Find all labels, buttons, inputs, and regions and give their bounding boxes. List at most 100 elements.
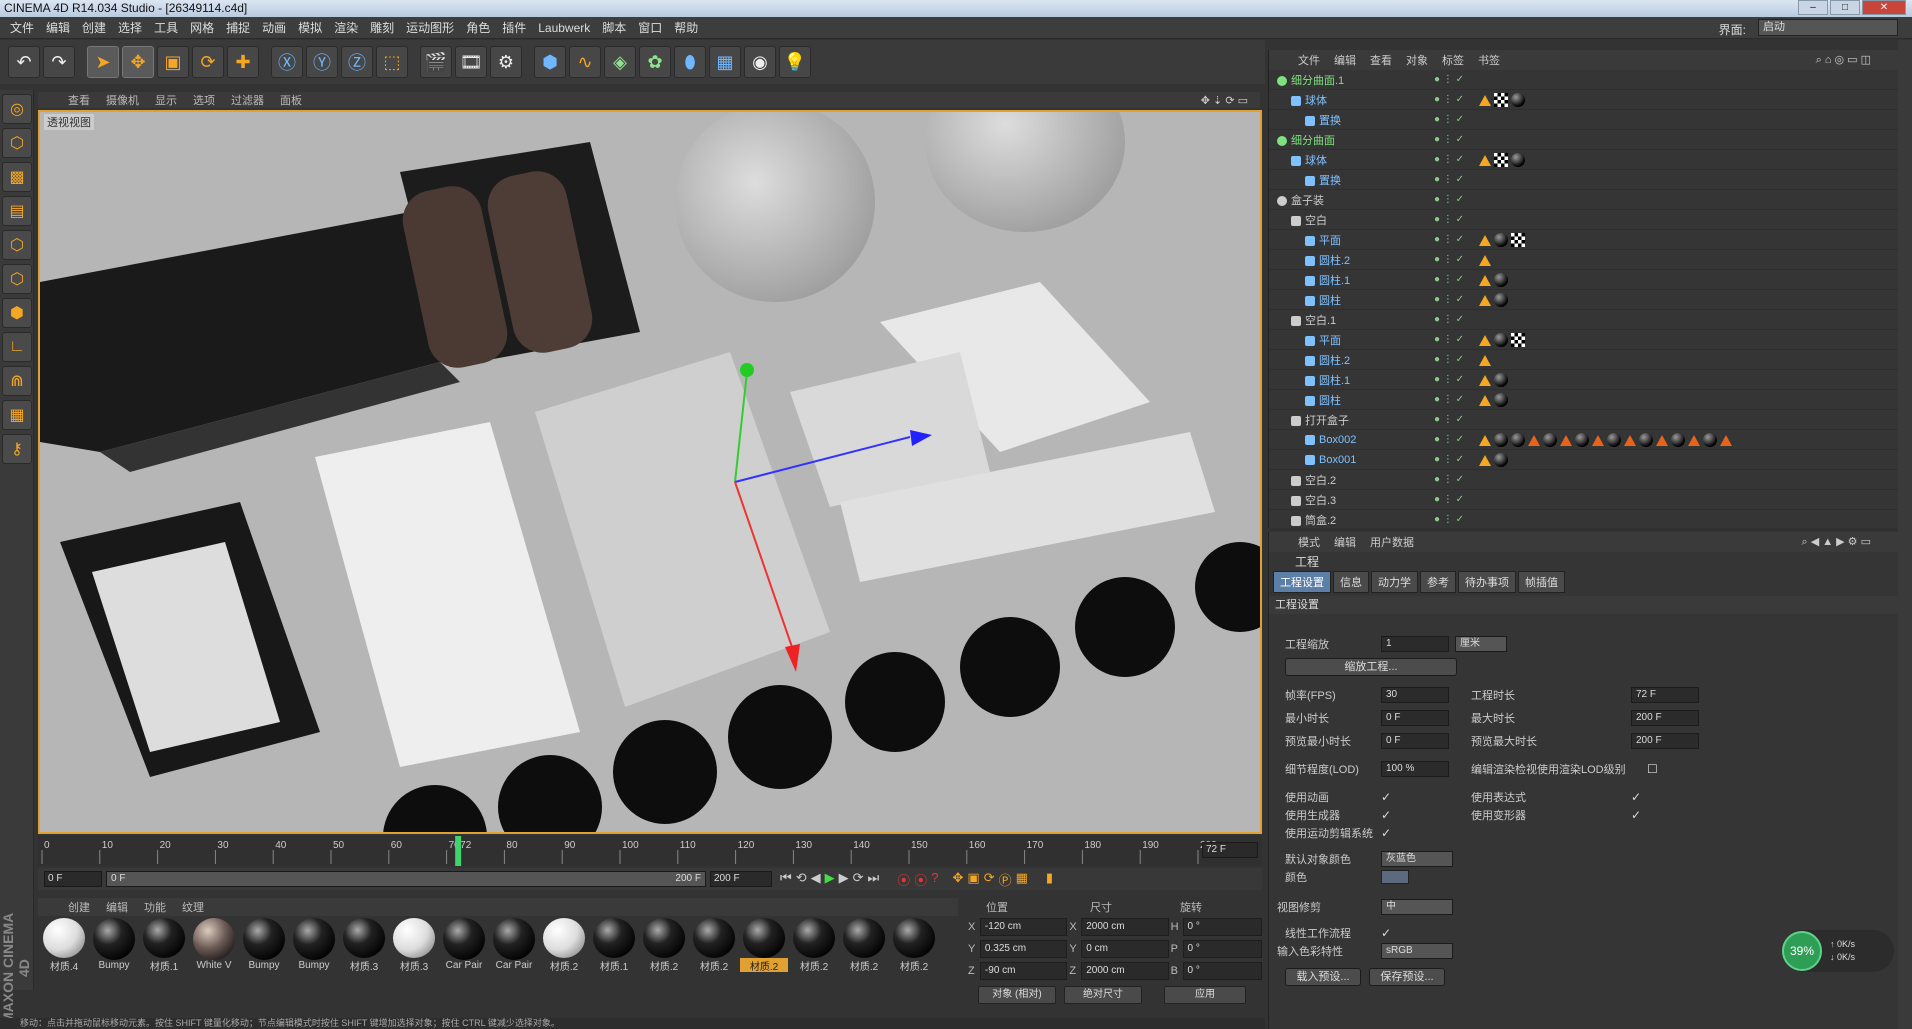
menu-select[interactable]: 选择 — [112, 19, 148, 36]
texture-tag-icon[interactable] — [1494, 152, 1508, 167]
object-row[interactable]: 细分曲面.1 ● ⋮ ✓ — [1269, 70, 1898, 90]
menu-animate[interactable]: 动画 — [256, 19, 292, 36]
lod-field[interactable]: 100 % — [1381, 761, 1449, 777]
material-tag-icon[interactable] — [1494, 272, 1508, 287]
am-menu-edit[interactable]: 编辑 — [1327, 534, 1363, 550]
coordinate-system-icon[interactable]: ⬚ — [376, 46, 408, 78]
viewport-menu-camera[interactable]: 摄像机 — [98, 92, 147, 108]
mat-menu-create[interactable]: 创建 — [60, 899, 98, 915]
object-row[interactable]: 置换 ● ⋮ ✓ — [1269, 110, 1898, 130]
object-row[interactable]: 球体 ● ⋮ ✓ — [1269, 150, 1898, 170]
material-tag-icon[interactable] — [1494, 392, 1508, 407]
apply-button[interactable]: 应用 — [1164, 986, 1246, 1004]
y-axis-lock-icon[interactable]: Ⓨ — [306, 46, 338, 78]
phong-tag-icon[interactable] — [1479, 255, 1491, 266]
visibility-flags[interactable]: ● ⋮ ✓ — [1434, 374, 1474, 385]
visibility-flags[interactable]: ● ⋮ ✓ — [1434, 334, 1474, 345]
goto-end-icon[interactable]: ⏭ — [868, 870, 880, 889]
deformer-icon[interactable]: ⬮ — [674, 46, 706, 78]
edges-mode-icon[interactable]: ⬡ — [2, 264, 32, 294]
axis-mode-icon[interactable]: ∟ — [2, 332, 32, 362]
load-preset-button[interactable]: 载入预设... — [1285, 968, 1361, 986]
key-rotation-icon[interactable]: ⟳ — [984, 870, 995, 889]
object-row[interactable]: 圆柱.1 ● ⋮ ✓ — [1269, 270, 1898, 290]
current-frame-field[interactable]: 72 F — [1202, 842, 1258, 858]
object-row[interactable]: 球体 ● ⋮ ✓ — [1269, 90, 1898, 110]
play-icon[interactable]: ▶ — [825, 870, 835, 889]
object-row[interactable]: 空白.1 ● ⋮ ✓ — [1269, 310, 1898, 330]
selection-tag-icon[interactable] — [1592, 434, 1604, 446]
network-monitor-widget[interactable]: 39% ↑ 0K/s ↓ 0K/s — [1782, 930, 1894, 972]
tab-info[interactable]: 信息 — [1333, 571, 1369, 593]
input-color-select[interactable]: sRGB — [1381, 943, 1453, 959]
material-swatch[interactable]: 材质.2 — [890, 918, 938, 972]
selection-tag-icon[interactable] — [1528, 434, 1540, 446]
position-y-field[interactable]: 0.325 cm — [979, 940, 1068, 958]
menu-help[interactable]: 帮助 — [668, 19, 704, 36]
om-menu-bookmarks[interactable]: 书签 — [1471, 52, 1507, 68]
key-position-icon[interactable]: ✥ — [952, 870, 963, 889]
floor-object-icon[interactable]: ▦ — [709, 46, 741, 78]
visibility-flags[interactable]: ● ⋮ ✓ — [1434, 174, 1474, 185]
use-expr-checkbox[interactable]: ✓ — [1631, 790, 1641, 804]
material-tag-icon[interactable] — [1639, 432, 1653, 447]
menu-create[interactable]: 创建 — [76, 19, 112, 36]
visibility-flags[interactable]: ● ⋮ ✓ — [1434, 214, 1474, 225]
object-row[interactable]: 空白.2 ● ⋮ ✓ — [1269, 470, 1898, 490]
position-z-field[interactable]: -90 cm — [979, 962, 1068, 980]
project-scale-unit-select[interactable]: 厘米 — [1455, 636, 1507, 652]
phong-tag-icon[interactable] — [1479, 94, 1491, 106]
material-tag-icon[interactable] — [1703, 432, 1717, 447]
make-editable-icon[interactable]: ◎ — [2, 94, 32, 124]
tab-todo[interactable]: 待办事项 — [1458, 571, 1516, 593]
rotation-p-field[interactable]: 0 ° — [1182, 940, 1262, 958]
visibility-flags[interactable]: ● ⋮ ✓ — [1434, 74, 1474, 85]
menu-laubwerk[interactable]: Laubwerk — [532, 21, 596, 35]
points-mode-icon[interactable]: ⬡ — [2, 230, 32, 260]
texture-tag-icon[interactable] — [1511, 332, 1525, 347]
visibility-flags[interactable]: ● ⋮ ✓ — [1434, 294, 1474, 305]
texture-tag-icon[interactable] — [1494, 92, 1508, 107]
om-menu-view[interactable]: 查看 — [1363, 52, 1399, 68]
object-row[interactable]: 空白.3 ● ⋮ ✓ — [1269, 490, 1898, 510]
object-row[interactable]: 空白 ● ⋮ ✓ — [1269, 210, 1898, 230]
select-tool-icon[interactable]: ➤ — [87, 46, 119, 78]
size-z-field[interactable]: 2000 cm — [1081, 962, 1169, 980]
project-time-field[interactable]: 72 F — [1631, 687, 1699, 703]
right-side-tabs[interactable] — [1898, 40, 1912, 1029]
default-color-select[interactable]: 灰蓝色 — [1381, 851, 1453, 867]
material-swatch[interactable]: 材质.1 — [140, 918, 188, 972]
viewport-menu-options[interactable]: 选项 — [185, 92, 223, 108]
material-swatch[interactable]: Bumpy — [90, 918, 138, 972]
save-preset-button[interactable]: 保存预设... — [1369, 968, 1445, 986]
tab-reference[interactable]: 参考 — [1420, 571, 1456, 593]
visibility-flags[interactable]: ● ⋮ ✓ — [1434, 354, 1474, 365]
phong-tag-icon[interactable] — [1479, 434, 1491, 446]
fps-field[interactable]: 30 — [1381, 687, 1449, 703]
start-frame-field[interactable]: 0 F — [44, 871, 102, 887]
material-tag-icon[interactable] — [1511, 152, 1525, 167]
object-row[interactable]: Box002 ● ⋮ ✓ — [1269, 430, 1898, 450]
visibility-flags[interactable]: ● ⋮ ✓ — [1434, 494, 1474, 505]
rotation-b-field[interactable]: 0 ° — [1182, 962, 1262, 980]
model-mode-icon[interactable]: ⬡ — [2, 128, 32, 158]
last-tool-icon[interactable]: ✚ — [227, 46, 259, 78]
range-slider[interactable]: 0 F 200 F — [106, 871, 706, 887]
menu-script[interactable]: 脚本 — [596, 19, 632, 36]
material-swatch[interactable]: 材质.2 — [740, 918, 788, 972]
size-mode-select[interactable]: 绝对尺寸 — [1064, 986, 1142, 1004]
om-search-icon[interactable]: ⌕ ⌂ ◎ ▭ ◫ — [1809, 53, 1878, 67]
prev-key-icon[interactable]: ⟲ — [796, 870, 807, 889]
layout-select[interactable]: 启动 — [1758, 19, 1898, 36]
material-swatch[interactable]: 材质.3 — [390, 918, 438, 972]
visibility-flags[interactable]: ● ⋮ ✓ — [1434, 394, 1474, 405]
material-tag-icon[interactable] — [1494, 232, 1508, 247]
material-swatch[interactable]: 材质.3 — [340, 918, 388, 972]
cube-object-icon[interactable]: ⬢ — [534, 46, 566, 78]
visibility-flags[interactable]: ● ⋮ ✓ — [1434, 254, 1474, 265]
phong-tag-icon[interactable] — [1479, 294, 1491, 306]
am-menu-userdata[interactable]: 用户数据 — [1363, 534, 1421, 550]
menu-simulate[interactable]: 模拟 — [292, 19, 328, 36]
use-anim-checkbox[interactable]: ✓ — [1381, 790, 1391, 804]
auto-key-icon[interactable]: ⦿ — [914, 870, 927, 889]
